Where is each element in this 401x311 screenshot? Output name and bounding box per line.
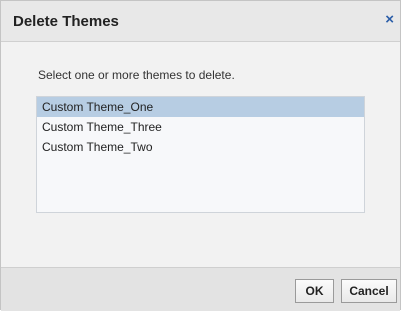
delete-themes-dialog: Delete Themes × Select one or more theme… [0,0,401,311]
dialog-body: Select one or more themes to delete. Cus… [1,42,400,267]
theme-list-item[interactable]: Custom Theme_One [37,97,364,117]
dialog-footer: OK Cancel [1,267,400,311]
theme-list-item[interactable]: Custom Theme_Two [37,137,364,157]
dialog-title: Delete Themes [13,13,119,30]
close-icon[interactable]: × [385,12,394,28]
cancel-button[interactable]: Cancel [341,279,397,303]
ok-button[interactable]: OK [295,279,334,303]
instruction-text: Select one or more themes to delete. [38,68,235,82]
theme-list-item[interactable]: Custom Theme_Three [37,117,364,137]
themes-listbox[interactable]: Custom Theme_One Custom Theme_Three Cust… [36,96,365,213]
dialog-titlebar: Delete Themes × [1,1,400,42]
